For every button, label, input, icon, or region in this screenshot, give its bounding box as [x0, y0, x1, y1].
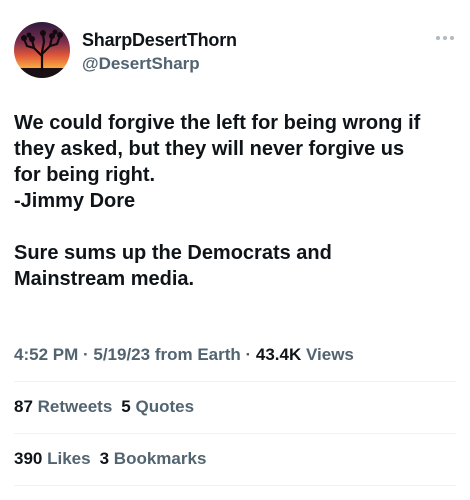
likes-label: Likes	[47, 449, 91, 468]
bookmarks-count: 3	[99, 449, 110, 468]
meta-separator: ·	[78, 345, 94, 364]
tweet-text-line: they asked, but they will never forgive …	[14, 138, 405, 160]
likes-stat[interactable]: 390 Likes	[14, 449, 91, 468]
divider	[14, 485, 456, 486]
retweets-count: 87	[14, 397, 33, 416]
views-label: Views	[301, 345, 354, 364]
bookmarks-stat[interactable]: 3 Bookmarks	[100, 449, 207, 468]
tweet-meta: 4:52 PM · 5/19/23 from Earth · 43.4K Vie…	[14, 343, 354, 367]
quotes-label: Quotes	[135, 397, 195, 416]
author-display-name[interactable]: SharpDesertThorn	[82, 29, 237, 51]
stats-row-shares: 87 Retweets 5 Quotes	[14, 395, 203, 419]
quotes-count: 5	[121, 397, 131, 416]
tweet-text-line: -Jimmy Dore	[14, 190, 136, 212]
more-dots-glyph	[436, 36, 454, 40]
quotes-stat[interactable]: 5 Quotes	[121, 397, 194, 416]
tweet-card: SharpDesertThorn @DesertSharp We could f…	[0, 0, 470, 500]
retweets-stat[interactable]: 87 Retweets	[14, 397, 112, 416]
author-handle[interactable]: @DesertSharp	[82, 53, 200, 75]
tweet-text-line: Sure sums up the Democrats and	[14, 242, 332, 264]
meta-separator: ·	[240, 345, 256, 364]
tweet-source: from Earth	[150, 345, 241, 364]
tweet-text-line: We could forgive the left for being wron…	[14, 112, 421, 134]
joshua-tree-sunset-avatar	[14, 22, 70, 78]
tweet-time[interactable]: 4:52 PM	[14, 345, 78, 364]
retweets-label: Retweets	[37, 397, 113, 416]
more-horizontal-icon[interactable]	[434, 31, 456, 45]
views-count: 43.4K	[255, 345, 302, 364]
likes-count: 390	[14, 449, 43, 468]
tweet-date[interactable]: 5/19/23	[93, 345, 150, 364]
stats-row-engagement: 390 Likes 3 Bookmarks	[14, 447, 215, 471]
tweet-text-line: Mainstream media.	[14, 268, 195, 290]
avatar[interactable]	[14, 22, 70, 78]
divider	[14, 433, 456, 434]
bookmarks-label: Bookmarks	[113, 449, 207, 468]
divider	[14, 381, 456, 382]
tweet-text-line: for being right.	[14, 164, 156, 186]
tweet-text: We could forgive the left for being wron…	[14, 110, 460, 292]
